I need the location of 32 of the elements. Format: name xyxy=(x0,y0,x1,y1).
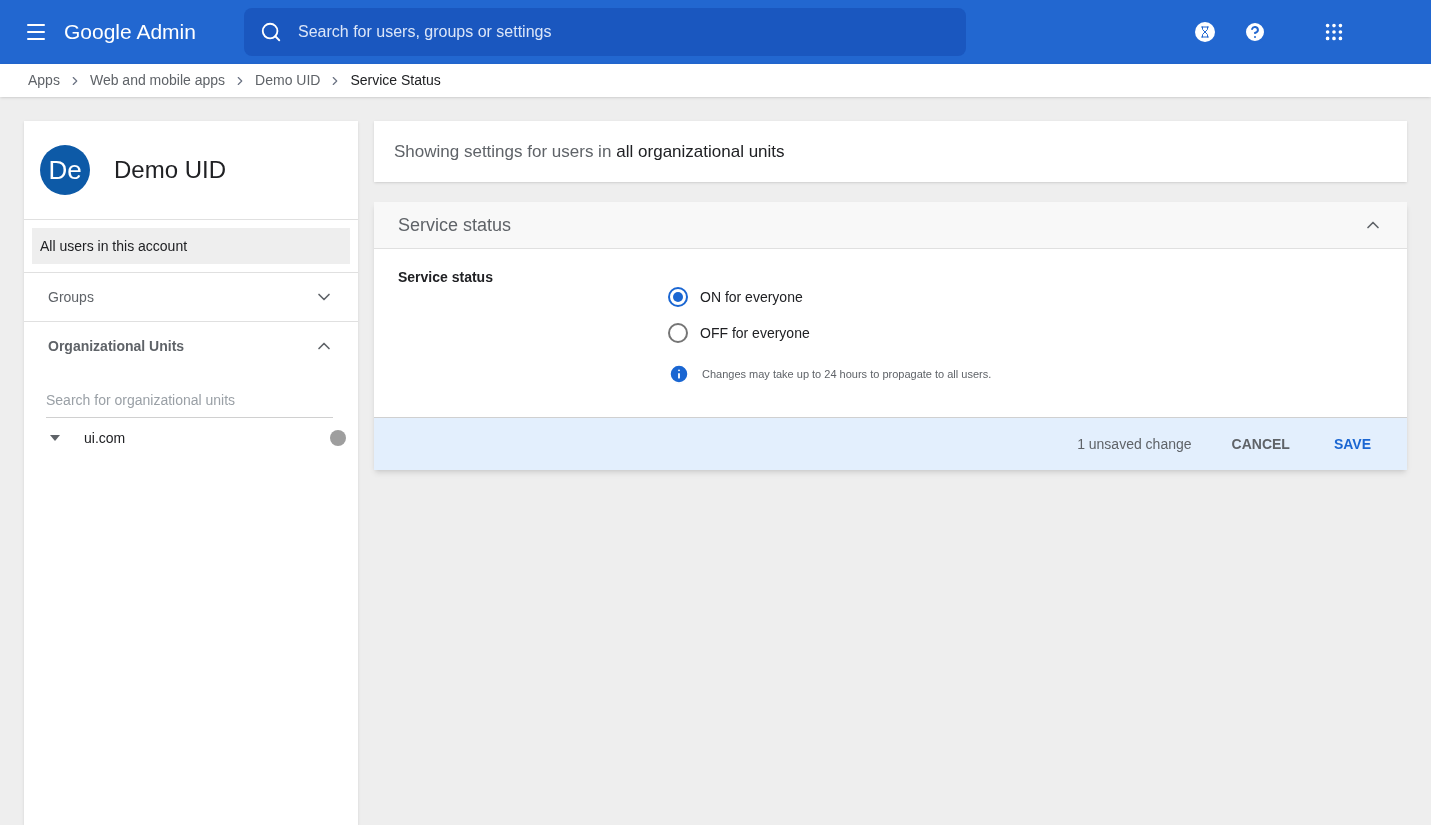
info-icon xyxy=(668,363,690,385)
apps-grid-icon[interactable] xyxy=(1323,21,1345,43)
unsaved-count: 1 unsaved change xyxy=(1077,434,1192,454)
tree-item[interactable]: ui.com xyxy=(46,418,346,458)
section-header[interactable]: Groups xyxy=(24,273,358,321)
setting-label: Service status xyxy=(398,268,494,287)
scope-target: all organizational units xyxy=(616,140,785,163)
breadcrumb-link[interactable]: Service Status xyxy=(350,70,441,91)
info-note: Changes may take up to 24 hours to propagate to all users. xyxy=(702,366,992,382)
help-icon[interactable] xyxy=(1243,20,1267,44)
search-icon xyxy=(260,21,282,43)
caret-icon[interactable] xyxy=(50,435,60,441)
product-name: Google Admin xyxy=(64,19,197,46)
breadcrumb-link[interactable]: Apps xyxy=(28,70,60,91)
breadcrumb-link[interactable]: Demo UID xyxy=(255,70,321,91)
radio-button[interactable] xyxy=(668,323,688,343)
hourglass-icon[interactable] xyxy=(1195,22,1215,42)
scope-prefix: Showing settings for users in xyxy=(394,140,612,163)
app-avatar: De xyxy=(40,145,90,195)
radio-option[interactable]: OFF for everyone xyxy=(668,315,992,351)
breadcrumb-link[interactable]: Web and mobile apps xyxy=(89,70,226,91)
ou-search-field[interactable]: Search for organizational units xyxy=(46,382,333,418)
radio-button[interactable] xyxy=(668,287,688,307)
card-header[interactable]: Service status xyxy=(374,202,1407,249)
scope-item[interactable]: All users in this account xyxy=(32,228,350,264)
search-field[interactable]: Search for users, groups or settings xyxy=(298,20,950,44)
footer-button[interactable]: CANCEL xyxy=(1215,426,1306,462)
footer-button[interactable]: SAVE xyxy=(1317,426,1387,462)
search-bar[interactable]: Search for users, groups or settings xyxy=(244,8,966,56)
radio-option[interactable]: ON for everyone xyxy=(668,279,992,315)
section-header[interactable]: Organizational Units xyxy=(24,322,358,370)
app-name: Demo UID xyxy=(114,155,227,185)
